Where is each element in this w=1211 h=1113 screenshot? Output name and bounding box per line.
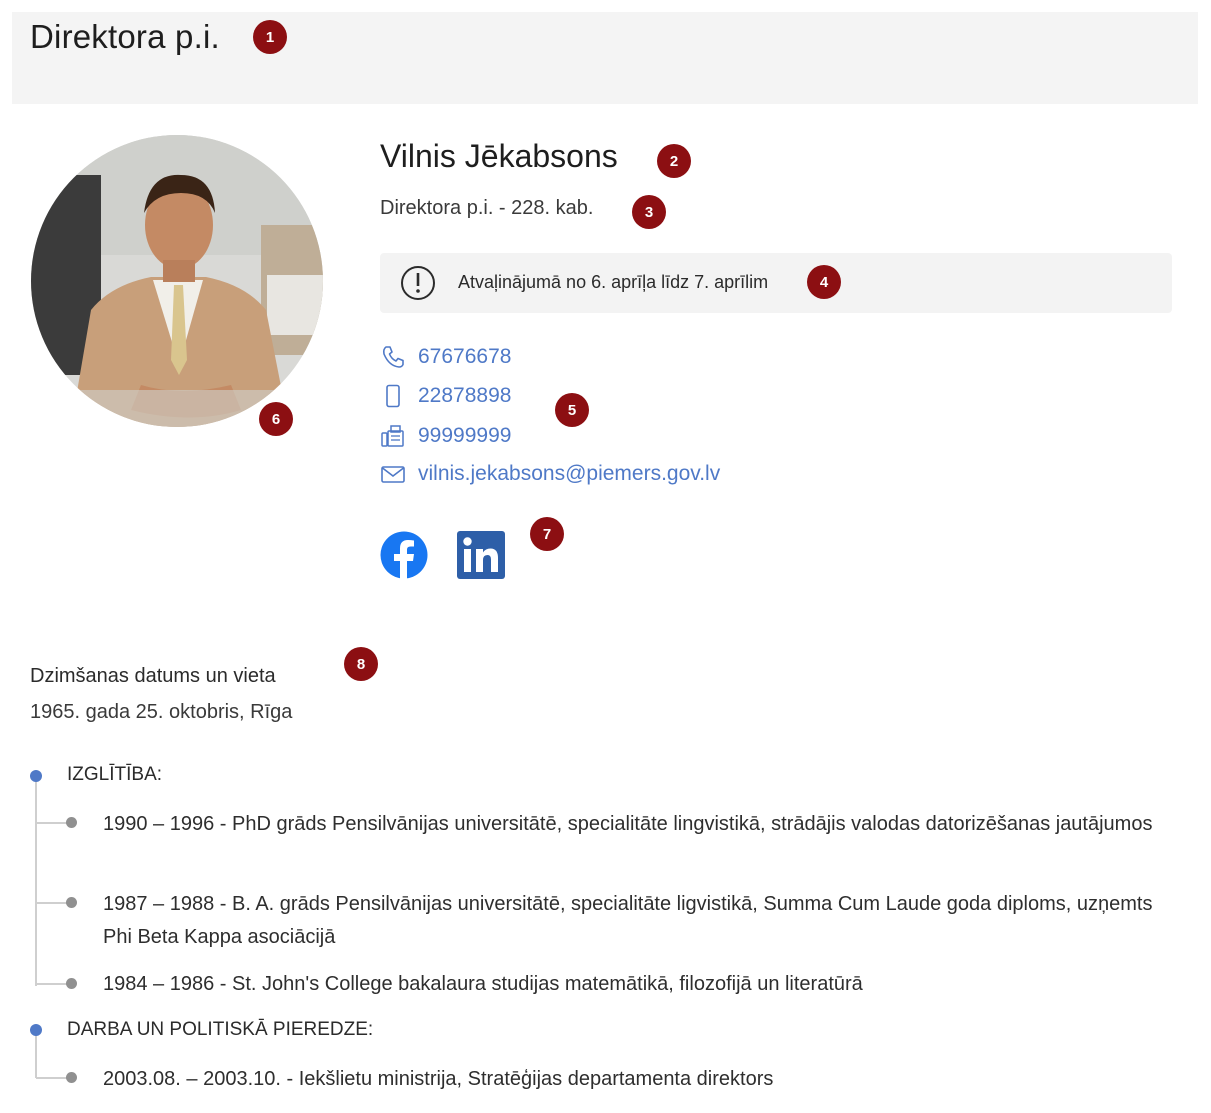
timeline-branch — [36, 822, 68, 824]
person-name: Vilnis Jēkabsons — [380, 138, 618, 174]
annotation-marker-5: 5 — [555, 393, 589, 427]
contact-mobile[interactable]: 22878898 — [380, 381, 511, 411]
timeline-branch — [36, 983, 68, 985]
fax-link[interactable]: 99999999 — [418, 424, 511, 448]
mobile-link[interactable]: 22878898 — [418, 384, 511, 408]
phone-icon — [380, 344, 406, 370]
position-and-room: Direktora p.i. - 228. kab. — [380, 197, 594, 219]
contact-email[interactable]: vilnis.jekabsons@piemers.gov.lv — [380, 459, 720, 489]
phone-link[interactable]: 67676678 — [418, 345, 511, 369]
annotation-marker-8: 8 — [344, 647, 378, 681]
facebook-icon — [380, 531, 428, 579]
page-title: Direktora p.i. — [30, 18, 220, 55]
section-heading-work: DARBA UN POLITISKĀ PIEREDZE: — [67, 1019, 374, 1040]
absence-notice-text: Atvaļinājumā no 6. aprīļa līdz 7. aprīli… — [458, 272, 769, 292]
education-entry: 1990 – 1996 - PhD grāds Pensilvānijas un… — [103, 813, 1153, 835]
fax-icon — [380, 423, 406, 449]
absence-notice: Atvaļinājumā no 6. aprīļa līdz 7. aprīli… — [380, 253, 1172, 313]
education-entry: 1987 – 1988 - B. A. grāds Pensilvānijas … — [103, 893, 1153, 948]
timeline-dot — [66, 1072, 77, 1083]
timeline-line-work — [35, 1034, 37, 1078]
email-icon — [380, 461, 406, 487]
timeline-dot-education — [30, 770, 42, 782]
timeline-branch — [36, 902, 68, 904]
timeline-dot — [66, 817, 77, 828]
profile-photo-image — [31, 135, 323, 427]
annotation-marker-6: 6 — [259, 402, 293, 436]
birth-label: Dzimšanas datums un vieta — [30, 665, 276, 687]
annotation-marker-4: 4 — [807, 265, 841, 299]
education-entry: 1984 – 1986 - St. John's College bakalau… — [103, 973, 863, 995]
linkedin-link[interactable] — [457, 531, 505, 579]
exclamation-circle-icon — [400, 265, 436, 301]
contact-fax[interactable]: 99999999 — [380, 421, 511, 451]
contact-phone[interactable]: 67676678 — [380, 342, 511, 372]
annotation-marker-7: 7 — [530, 517, 564, 551]
email-link[interactable]: vilnis.jekabsons@piemers.gov.lv — [418, 462, 720, 486]
timeline-dot — [66, 897, 77, 908]
timeline-line-education — [35, 780, 37, 986]
annotation-marker-1: 1 — [253, 20, 287, 54]
timeline-dot — [66, 978, 77, 989]
annotation-marker-2: 2 — [657, 144, 691, 178]
work-entry: 2003.08. – 2003.10. - Iekšlietu ministri… — [103, 1068, 774, 1090]
linkedin-icon — [457, 531, 505, 579]
timeline-dot-work — [30, 1024, 42, 1036]
birth-value: 1965. gada 25. oktobris, Rīga — [30, 701, 293, 723]
section-heading-education: IZGLĪTĪBA: — [67, 764, 163, 785]
mobile-icon — [380, 383, 406, 409]
annotation-marker-3: 3 — [632, 195, 666, 229]
profile-photo — [31, 135, 323, 427]
facebook-link[interactable] — [380, 531, 428, 579]
timeline-branch — [36, 1077, 68, 1079]
